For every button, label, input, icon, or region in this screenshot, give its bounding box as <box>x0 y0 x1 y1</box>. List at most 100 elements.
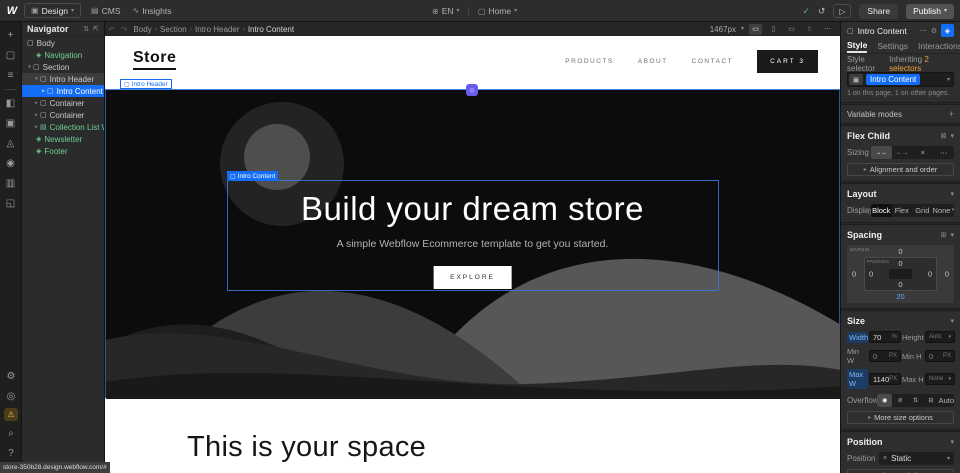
min-width-input[interactable]: 0PX <box>869 350 901 362</box>
tab-style[interactable]: Style <box>847 39 867 53</box>
overflow-hidden-icon[interactable]: ⊘ <box>892 394 907 407</box>
padding-top-value[interactable]: 0 <box>898 259 902 268</box>
share-button[interactable]: Share <box>859 4 898 19</box>
canvas-width-value[interactable]: 1467px <box>710 25 736 34</box>
store-logo[interactable]: Store <box>133 49 176 70</box>
insights-button[interactable]: ∿ Insights <box>133 6 172 16</box>
max-width-input[interactable]: 1140PX <box>869 373 901 385</box>
breadcrumb-intro-content[interactable]: Intro Content <box>248 25 294 34</box>
display-grid-option[interactable]: Grid <box>912 204 933 217</box>
cms-button[interactable]: ▤ CMS <box>91 6 120 16</box>
class-pill[interactable]: Intro Content <box>866 74 920 85</box>
padding-right-value[interactable]: 0 <box>928 270 932 279</box>
add-variable-mode-icon[interactable]: + <box>949 109 954 119</box>
undo-icon[interactable]: ↶ <box>108 25 115 34</box>
breadcrumb-section[interactable]: Section <box>160 25 187 34</box>
element-settings-icon[interactable]: ⚙ <box>931 27 937 35</box>
redo-icon[interactable]: ↷ <box>121 25 128 34</box>
intro-content-selection[interactable] <box>227 180 719 291</box>
spacing-handle[interactable]: ◇ <box>466 84 478 96</box>
tree-item-footer[interactable]: ◈ Footer <box>22 145 104 157</box>
position-dropdown[interactable]: × Static ▾ <box>879 452 954 465</box>
tree-item-collection-list[interactable]: ▸ ▤ Collection List Wra... <box>22 121 104 133</box>
chevron-down-icon[interactable]: ▾ <box>950 439 954 446</box>
chevron-down-icon[interactable]: ▾ <box>950 133 954 140</box>
tree-item-navigation[interactable]: ◈ Navigation <box>22 49 104 61</box>
tree-item-intro-header[interactable]: ▾ ▢ Intro Header <box>22 73 104 85</box>
alignment-order-button[interactable]: ▸ Alignment and order <box>847 163 954 176</box>
margin-top-value[interactable]: 0 <box>898 247 902 256</box>
chevron-down-icon[interactable]: ▾ <box>950 232 954 239</box>
height-input[interactable]: Auto▾ <box>925 331 955 343</box>
chevron-down-icon[interactable]: ▾ <box>950 191 954 198</box>
breakpoint-desktop-icon[interactable]: ▭ <box>749 24 762 35</box>
tree-item-intro-content[interactable]: ▸ ▢ Intro Content <box>22 85 104 97</box>
max-height-input[interactable]: None▾ <box>925 373 955 385</box>
tree-item-body[interactable]: ▢ Body <box>22 37 104 49</box>
media-icon[interactable]: ◉ <box>3 155 19 171</box>
tree-item-section[interactable]: ▾ ▢ Section <box>22 61 104 73</box>
publish-button[interactable]: Publish ▾ <box>906 4 954 19</box>
tree-item-newsletter[interactable]: ◈ Newsletter <box>22 133 104 145</box>
overflow-scroll-icon[interactable]: ⇅ <box>908 394 923 407</box>
min-height-unit[interactable]: PX <box>943 353 951 359</box>
chevron-down-icon[interactable]: ▾ <box>950 318 954 325</box>
add-element-icon[interactable]: + <box>3 27 19 43</box>
chevron-right-icon[interactable]: ▸ <box>40 88 47 94</box>
intro-header-section[interactable]: ▢ Intro Content Build your dream store A… <box>105 89 840 398</box>
locale-selector[interactable]: ⊕ EN ▾ <box>432 6 460 16</box>
tree-item-container[interactable]: ▸ ▢ Container <box>22 109 104 121</box>
float-clear-button[interactable]: ▸ Float and clear <box>847 469 954 473</box>
sizing-more-icon[interactable]: ⋯ <box>933 146 954 159</box>
tree-item-container[interactable]: ▸ ▢ Container <box>22 97 104 109</box>
design-mode-button[interactable]: ▣ Design ▾ <box>24 3 81 18</box>
page-selector[interactable]: ▢ Home ▾ <box>478 6 517 16</box>
margin-left-value[interactable]: 0 <box>852 270 856 279</box>
audit-icon[interactable]: ⚠ <box>4 408 18 421</box>
more-size-options-button[interactable]: ▸ More size options <box>847 411 954 424</box>
navigator-icon[interactable]: ≡ <box>3 67 19 83</box>
sizing-none-icon[interactable]: × <box>913 146 934 159</box>
breadcrumb-intro-header[interactable]: Intro Header <box>195 25 239 34</box>
more-options-icon[interactable]: ⋯ <box>920 27 927 35</box>
chevron-right-icon[interactable]: ▸ <box>33 124 40 130</box>
width-input[interactable]: 70% <box>869 331 901 343</box>
preview-icon[interactable]: ▷ <box>833 4 851 18</box>
assets-icon[interactable]: ▣ <box>3 115 19 131</box>
overflow-clip-icon[interactable]: ⊟ <box>923 394 938 407</box>
breakpoint-tablet-icon[interactable]: ▯ <box>767 24 780 35</box>
breadcrumb-body[interactable]: Body <box>133 25 151 34</box>
sizing-grow-icon[interactable]: ←→ <box>892 146 913 159</box>
display-block-option[interactable]: Block <box>871 204 892 217</box>
webflow-logo-icon[interactable]: W <box>0 0 24 22</box>
nav-link-about[interactable]: ABOUT <box>638 58 668 65</box>
intro-content-tag[interactable]: ▢ Intro Content <box>227 171 278 181</box>
intro-header-tag[interactable]: ▢ Intro Header <box>120 79 172 89</box>
class-selector-input[interactable]: ▣ Intro Content ▾ <box>847 72 954 87</box>
flex-child-badge-icon[interactable]: ⊠ <box>941 132 947 140</box>
tab-settings[interactable]: Settings <box>877 39 908 53</box>
chevron-down-icon[interactable]: ▾ <box>33 76 40 82</box>
breakpoint-landscape-icon[interactable]: ▭ <box>785 24 798 35</box>
chevron-down-icon[interactable]: ▾ <box>26 64 33 70</box>
chevron-down-icon[interactable]: ▾ <box>947 77 950 83</box>
components-icon[interactable]: ◧ <box>3 95 19 111</box>
display-flex-option[interactable]: Flex <box>892 204 913 217</box>
selector-state-icon[interactable]: ▣ <box>849 74 863 85</box>
help-icon[interactable]: ? <box>3 445 19 461</box>
settings-icon[interactable]: ⚙ <box>3 368 19 384</box>
min-width-unit[interactable]: PX <box>889 353 897 359</box>
next-section-heading[interactable]: This is your space <box>187 431 426 464</box>
chevron-right-icon[interactable]: ▸ <box>33 112 40 118</box>
spacing-settings-icon[interactable]: ⊞ <box>941 231 947 239</box>
display-none-option[interactable]: None ▾ <box>933 204 954 217</box>
tab-interactions[interactable]: Interactions <box>918 39 960 53</box>
ai-assistant-icon[interactable]: ◈ <box>941 24 954 37</box>
chevron-right-icon[interactable]: ▸ <box>33 100 40 106</box>
nav-link-contact[interactable]: CONTACT <box>692 58 733 65</box>
cart-button[interactable]: CART 3 <box>757 50 818 73</box>
min-height-input[interactable]: 0PX <box>925 350 955 362</box>
breakpoint-mobile-icon[interactable]: ▯ <box>803 24 816 35</box>
overflow-visible-icon[interactable]: ◉ <box>877 394 892 407</box>
margin-bottom-value[interactable]: 20 <box>896 292 904 301</box>
